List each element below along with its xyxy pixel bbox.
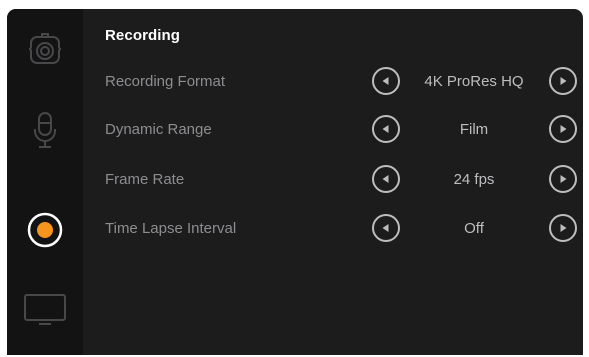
page-title: Recording — [105, 27, 181, 44]
right-arrow-icon — [560, 224, 567, 232]
sidebar-tab-audio[interactable] — [7, 92, 83, 168]
next-value-button[interactable] — [549, 115, 577, 143]
previous-value-button[interactable] — [372, 67, 400, 95]
setting-label: Time Lapse Interval — [105, 220, 237, 237]
previous-value-button[interactable] — [372, 214, 400, 242]
setting-row-frame-rate: Frame Rate 24 fps — [83, 162, 583, 198]
setting-row-dynamic-range: Dynamic Range Film — [83, 112, 583, 148]
previous-value-button[interactable] — [372, 165, 400, 193]
setting-value: 24 fps — [453, 171, 495, 188]
microphone-icon — [34, 112, 56, 148]
settings-sidebar — [7, 9, 83, 355]
next-value-button[interactable] — [549, 67, 577, 95]
setting-label: Recording Format — [105, 73, 226, 90]
setting-value: 4K ProRes HQ — [424, 73, 524, 90]
recording-settings-panel: Recording Recording Format 4K ProRes HQ … — [83, 9, 583, 355]
monitor-icon — [24, 294, 66, 325]
sidebar-tab-record[interactable] — [7, 192, 83, 268]
next-value-button[interactable] — [549, 165, 577, 193]
right-arrow-icon — [560, 77, 567, 85]
setting-value: Off — [464, 220, 484, 237]
right-arrow-icon — [560, 125, 567, 133]
left-arrow-icon — [382, 77, 389, 85]
setting-value: Film — [459, 121, 489, 138]
left-arrow-icon — [382, 125, 389, 133]
camera-settings-screen: Recording Recording Format 4K ProRes HQ … — [7, 9, 583, 355]
left-arrow-icon — [382, 224, 389, 232]
camera-icon — [28, 33, 62, 64]
left-arrow-icon — [382, 175, 389, 183]
next-value-button[interactable] — [549, 214, 577, 242]
setting-row-time-lapse-interval: Time Lapse Interval Off — [83, 211, 583, 247]
record-icon — [27, 212, 63, 248]
setting-label: Frame Rate — [105, 171, 185, 188]
previous-value-button[interactable] — [372, 115, 400, 143]
setting-label: Dynamic Range — [105, 121, 212, 138]
sidebar-tab-monitor[interactable] — [7, 271, 83, 347]
sidebar-tab-camera[interactable] — [7, 12, 83, 88]
right-arrow-icon — [560, 175, 567, 183]
setting-row-recording-format: Recording Format 4K ProRes HQ — [83, 64, 583, 100]
